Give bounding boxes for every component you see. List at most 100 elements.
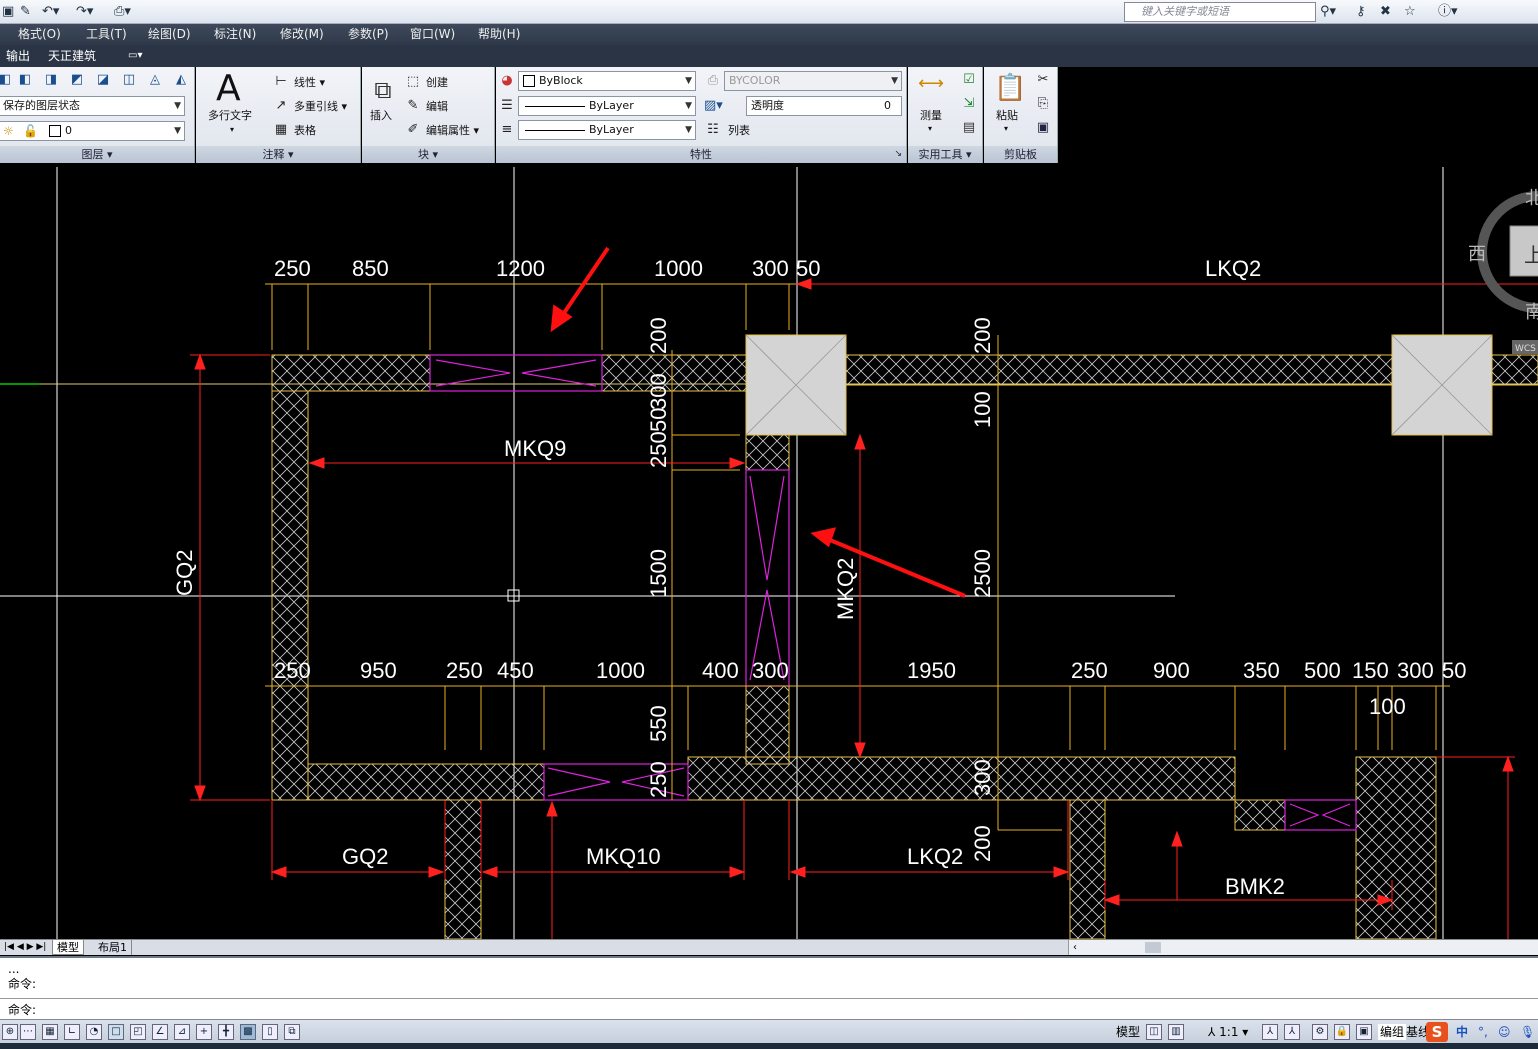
binoculars-icon[interactable]: ⚲▾ (1320, 3, 1336, 21)
tab-model[interactable]: 模型 (52, 940, 84, 955)
infer-icon[interactable]: ⊕ (2, 1024, 18, 1040)
horizontal-scrollbar[interactable]: ‹ (1068, 940, 1538, 955)
chevron-down-icon[interactable]: ▾ (230, 123, 234, 137)
layout-icon[interactable]: ◫ (1146, 1024, 1162, 1040)
create-block-button[interactable]: 创建 (426, 76, 448, 90)
layer-match-icon[interactable]: ◨ (42, 71, 60, 89)
table-button[interactable]: 表格 (294, 124, 316, 138)
layer-state-combo[interactable]: 保存的图层状态 ▼ (0, 96, 185, 116)
drawing-canvas[interactable]: 250 850 1200 1000 300 50 LKQ2 MKQ9 BMK2 … (0, 167, 1538, 939)
layer-freeze-icon[interactable]: ◬ (146, 71, 164, 89)
menu-draw[interactable]: 绘图(D) (148, 26, 191, 42)
tab-layout1[interactable]: 布局1 (94, 940, 132, 955)
layer-icon[interactable]: ◧ (16, 71, 34, 89)
hardware-accel-icon[interactable]: ▣ (1356, 1024, 1372, 1040)
lineweight-toggle-icon[interactable]: ╋ (218, 1024, 234, 1040)
measure-icon[interactable]: ⟷ (914, 75, 948, 97)
layer-unisolate-icon[interactable]: ◫ (120, 71, 138, 89)
tab-output[interactable]: 输出 (6, 48, 30, 64)
sogou-ime-icon[interactable]: S (1426, 1022, 1448, 1042)
block-panel-title[interactable]: 块 ▾ (362, 146, 494, 163)
copy-icon[interactable]: ⎘ (1034, 95, 1052, 113)
menu-window[interactable]: 窗口(W) (410, 26, 455, 42)
plot-style-combo[interactable]: BYCOLOR ▼ (724, 71, 902, 91)
emoji-icon[interactable]: ☺ (1498, 1024, 1511, 1040)
command-prompt[interactable]: 命令: (8, 1003, 36, 1017)
selection-cycle-icon[interactable]: ⧉ (284, 1024, 300, 1040)
paste-icon[interactable]: 📋 (994, 71, 1026, 105)
layer-isolate-icon[interactable]: ◪ (94, 71, 112, 89)
grid-icon[interactable]: ▦ (42, 1024, 58, 1040)
3dosnap-icon[interactable]: ◰ (130, 1024, 146, 1040)
edit-block-button[interactable]: 编辑 (426, 100, 448, 114)
linear-dim-button[interactable]: 线性 ▾ (294, 76, 325, 90)
transparency-icon[interactable]: ▨▾ (704, 97, 723, 115)
lineweight-combo[interactable]: ByLayer ▼ (518, 120, 696, 140)
insert-block-icon[interactable]: ⧉ (368, 75, 398, 105)
ortho-icon[interactable]: ∟ (64, 1024, 80, 1040)
menu-format[interactable]: 格式(O) (18, 26, 61, 42)
menu-tools[interactable]: 工具(T) (86, 26, 127, 42)
edit-attribute-button[interactable]: 编辑属性 ▾ (426, 124, 479, 138)
cut-icon[interactable]: ✂ (1034, 71, 1052, 89)
snap-icon[interactable]: ⋯ (20, 1024, 36, 1040)
transparency-slider[interactable]: 透明度 0 (746, 96, 902, 116)
mtext-icon[interactable]: A (216, 69, 241, 109)
mleader-button[interactable]: 多重引线 ▾ (294, 100, 347, 114)
annotation-visibility-icon[interactable]: ⅄ (1262, 1024, 1278, 1040)
measure-label[interactable]: 测量 (920, 109, 942, 123)
exchange-icon[interactable]: ✖ (1380, 3, 1391, 21)
ime-mode[interactable]: 中 (1456, 1024, 1468, 1040)
menu-parametric[interactable]: 参数(P) (348, 26, 389, 42)
scroll-thumb[interactable] (1145, 942, 1161, 953)
punctuation-icon[interactable]: °, (1478, 1024, 1488, 1040)
model-space-toggle[interactable]: 模型 (1116, 1024, 1140, 1040)
key-icon[interactable]: ⚷ (1356, 3, 1366, 21)
calculator-icon[interactable]: ▤ (960, 119, 978, 137)
tab-nav-icons[interactable]: |◀ ◀ ▶ ▶| (0, 940, 50, 955)
menu-help[interactable]: 帮助(H) (478, 26, 520, 42)
scroll-left-icon[interactable]: ‹ (1073, 940, 1077, 955)
plot-icon[interactable]: ⎙▾ (114, 3, 131, 21)
chevron-down-icon[interactable]: ▾ (928, 122, 932, 136)
quick-props-icon[interactable]: ▯ (262, 1024, 278, 1040)
help-icon[interactable]: ⓘ▾ (1438, 3, 1458, 21)
group-toggle[interactable]: 编组 (1378, 1024, 1407, 1040)
clipboard-panel-title[interactable]: 剪贴板 (984, 146, 1057, 163)
lock-ui-icon[interactable]: 🔒 (1334, 1024, 1350, 1040)
insert-label[interactable]: 插入 (370, 109, 392, 123)
auto-scale-icon[interactable]: ⅄ (1284, 1024, 1300, 1040)
ducs-icon[interactable]: ⊿ (174, 1024, 190, 1040)
transparency-toggle-icon[interactable]: ▩ (240, 1024, 256, 1040)
polar-icon[interactable]: ◔ (86, 1024, 102, 1040)
annotation-panel-title[interactable]: 注释 ▾ (196, 146, 360, 163)
match-properties-icon[interactable]: ▣ (1034, 119, 1052, 137)
osnap-icon[interactable]: □ (108, 1024, 124, 1040)
otrack-icon[interactable]: ∠ (152, 1024, 168, 1040)
paste-label[interactable]: 粘贴 (996, 109, 1018, 123)
mtext-label[interactable]: 多行文字 (208, 109, 252, 123)
star-icon[interactable]: ☆ (1404, 3, 1416, 21)
chevron-down-icon[interactable]: ▾ (1004, 122, 1008, 136)
quick-select-icon[interactable]: ☑ (960, 71, 978, 89)
save-icon[interactable]: ✎ (20, 3, 31, 21)
properties-panel-title[interactable]: 特性 ↘ (496, 146, 906, 163)
list-button[interactable]: 列表 (728, 124, 750, 138)
microphone-icon[interactable]: 🎙 (1520, 1024, 1535, 1040)
utilities-panel-title[interactable]: 实用工具 ▾ (908, 146, 982, 163)
dyn-icon[interactable]: + (196, 1024, 212, 1040)
ribbon-minimize-icon[interactable]: ▭▾ (128, 48, 142, 64)
tab-tangent-arch[interactable]: 天正建筑 (48, 48, 96, 64)
layer-previous-icon[interactable]: ◩ (68, 71, 86, 89)
menu-dimension[interactable]: 标注(N) (214, 26, 256, 42)
layer-properties-icon[interactable]: ◧ (0, 71, 14, 89)
panel-launcher-icon[interactable]: ↘ (894, 146, 902, 163)
viewcube-wcs[interactable]: WCS (1515, 344, 1536, 354)
color-combo[interactable]: ByBlock ▼ (518, 71, 696, 91)
redo-icon[interactable]: ↷▾ (76, 3, 93, 21)
search-input[interactable]: 键入关键字或短语 (1124, 2, 1316, 22)
undo-icon[interactable]: ↶▾ (42, 3, 59, 21)
annotation-scale[interactable]: ⅄ 1:1 ▾ (1208, 1024, 1248, 1040)
layers-panel-title[interactable]: 图层 ▾ (0, 146, 194, 163)
menu-modify[interactable]: 修改(M) (280, 26, 324, 42)
